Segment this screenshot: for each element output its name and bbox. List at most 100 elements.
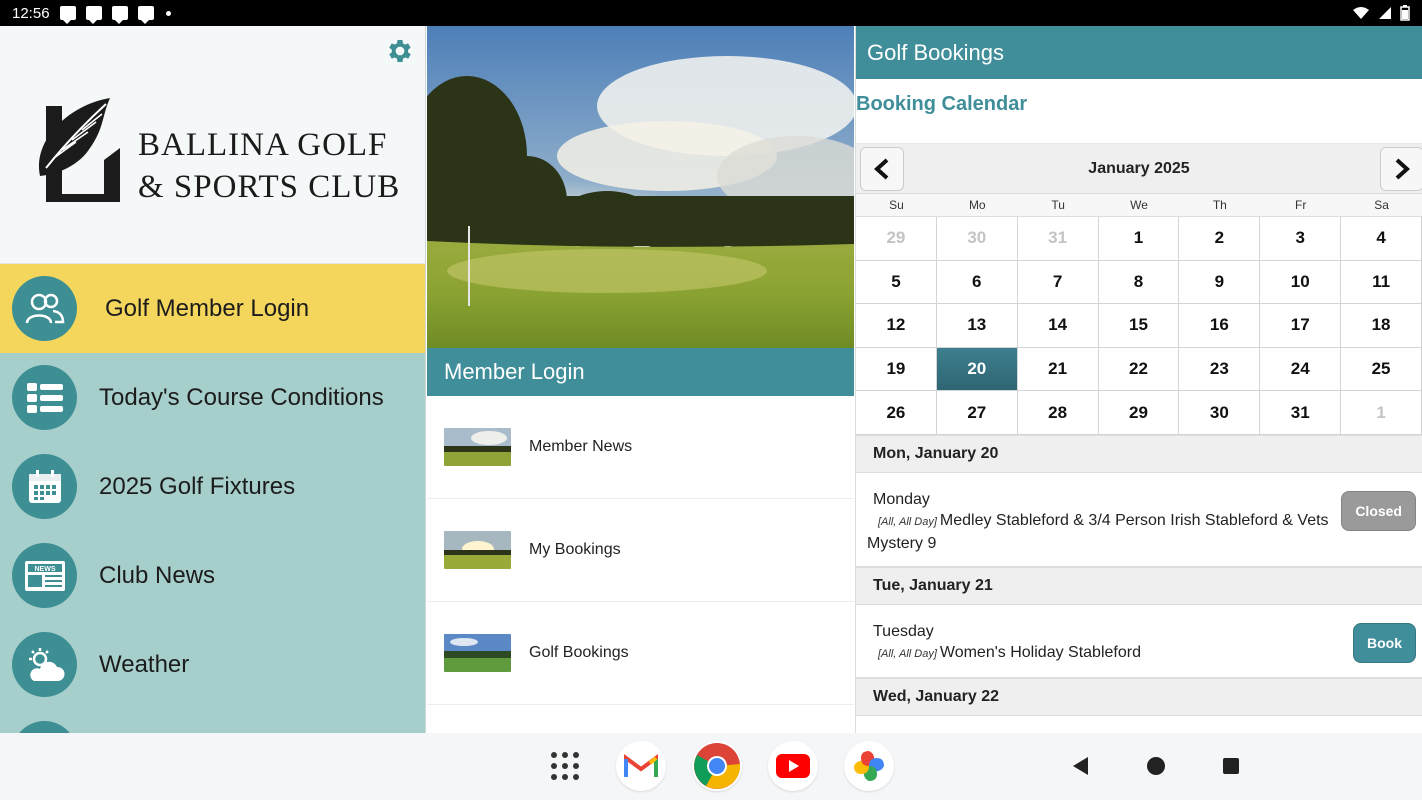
club-header: BALLINA GOLF & SPORTS CLUB [0,26,425,264]
schedule-entry: Monday [All, All Day] Medley Stableford &… [856,473,1422,567]
weekday-label: Th [1212,198,1227,212]
event-tag: [All, All Day] [878,515,937,528]
calendar-day[interactable]: 31 [1260,391,1342,435]
photos-app-button[interactable] [844,741,894,791]
prev-month-button[interactable] [860,147,904,191]
calendar-day[interactable]: 29 [856,217,937,261]
calendar-day[interactable]: 14 [1017,304,1099,348]
chrome-icon [694,743,741,789]
more-notifications-icon [165,10,171,16]
app-grid-icon [551,752,579,780]
message-notification-icon [137,6,154,24]
gmail-app-button[interactable] [616,741,666,791]
system-nav-bar [0,733,1422,800]
menu-item-course-conditions[interactable]: Today's Course Conditions [0,353,425,442]
member-news-label: Member News [529,438,633,455]
calendar-icon [12,454,77,519]
calendar-day[interactable]: 16 [1179,304,1261,348]
calendar-day[interactable]: 30 [1179,391,1261,435]
schedule-list: Mon, January 20 Monday [All, All Day] Med… [856,434,1422,716]
event-tag: [All, All Day] [878,647,937,660]
menu-label: 2025 Golf Fixtures [99,472,296,500]
calendar-day[interactable]: 5 [856,260,937,305]
schedule-date-heading: Wed, January 22 [856,677,1422,716]
calendar-day[interactable]: 9 [1179,260,1261,305]
calendar-day[interactable]: 1 [1341,391,1422,435]
schedule-entry: Tuesday [All, All Day] Women's Holiday St… [856,605,1422,678]
signal-icon [1379,7,1391,19]
calendar-day[interactable]: 7 [1017,260,1099,305]
back-nav-icon[interactable] [1070,755,1090,777]
calendar-day[interactable]: 22 [1098,347,1180,392]
home-nav-icon[interactable] [1145,755,1167,777]
calendar-day[interactable]: 10 [1260,260,1342,305]
club-name-line1: BALLINA GOLF [138,127,388,163]
calendar-day[interactable]: 13 [936,304,1018,348]
golf-bookings-header: Golf Bookings [856,26,1422,79]
calendar-day[interactable]: 4 [1341,217,1422,261]
app-drawer-button[interactable] [540,741,590,791]
recents-nav-icon[interactable] [1222,757,1240,775]
youtube-app-button[interactable] [768,741,818,791]
golf-bookings-panel: Golf Bookings Booking Calendar January 2… [855,26,1422,733]
photos-icon [854,751,884,781]
menu-item-weather[interactable]: Weather [0,620,425,709]
wifi-icon [1353,7,1369,19]
golf-bookings-thumbnail [444,634,511,672]
menu-item-club-news[interactable]: NEWS Club News [0,531,425,620]
course-hero-image [427,26,854,348]
calendar-day[interactable]: 24 [1260,347,1342,392]
menu-item-golf-member-login[interactable]: Golf Member Login [0,264,425,353]
calendar-day[interactable]: 18 [1341,304,1422,348]
calendar-day[interactable]: 12 [856,304,937,348]
book-button[interactable]: Book [1353,622,1416,663]
weekday-label: We [1130,198,1148,212]
member-news-row[interactable]: Member News [427,396,854,499]
my-bookings-label: My Bookings [529,541,621,558]
my-bookings-thumbnail [444,531,511,569]
calendar-day[interactable]: 6 [936,260,1018,305]
calendar-day[interactable]: 23 [1179,347,1261,392]
menu-label: Weather [99,650,190,678]
golf-bookings-row[interactable]: Golf Bookings [427,602,854,705]
menu-item-more[interactable] [0,709,425,733]
club-name-line2: & SPORTS CLUB [138,169,401,205]
calendar-day[interactable]: 27 [936,391,1018,435]
settings-gear-icon[interactable] [385,36,415,66]
club-name: BALLINA GOLF & SPORTS CLUB [138,124,400,208]
list-item[interactable] [427,705,854,733]
my-bookings-row[interactable]: My Bookings [427,499,854,602]
calendar-day[interactable]: 28 [1017,391,1099,435]
schedule-weekday: Monday [873,490,930,508]
more-menu-icon [12,721,77,733]
calendar-day[interactable]: 11 [1341,260,1422,305]
app-dock [540,741,894,791]
next-month-button[interactable] [1380,147,1422,191]
weekday-label: Fr [1295,198,1307,212]
side-menu: BALLINA GOLF & SPORTS CLUB Golf Member L… [0,26,426,733]
calendar-day[interactable]: 8 [1098,260,1180,305]
menu-item-golf-fixtures[interactable]: 2025 Golf Fixtures [0,442,425,531]
calendar-day[interactable]: 31 [1017,217,1099,261]
status-bar: 12:56 [0,0,1422,26]
chrome-app-button[interactable] [692,741,742,791]
calendar-day[interactable]: 2 [1179,217,1261,261]
calendar-day[interactable]: 25 [1341,347,1422,392]
calendar-day[interactable]: 21 [1017,347,1099,392]
calendar-day[interactable]: 3 [1260,217,1342,261]
calendar-day[interactable]: 29 [1098,391,1180,435]
message-notification-icon [59,6,76,24]
calendar-day[interactable]: 15 [1098,304,1180,348]
calendar-day[interactable]: 19 [856,347,937,392]
calendar-day[interactable]: 1 [1098,217,1180,261]
message-notification-icon [111,6,128,24]
member-login-header: Member Login [427,348,854,396]
message-notification-icon [85,6,102,24]
closed-button[interactable]: Closed [1341,490,1416,531]
schedule-date-heading: Mon, January 20 [856,434,1422,473]
calendar-day[interactable]: 17 [1260,304,1342,348]
member-news-thumbnail [444,428,511,466]
calendar-day[interactable]: 30 [936,217,1018,261]
calendar-day[interactable]: 26 [856,391,937,435]
calendar-day-selected[interactable]: 20 [936,347,1018,392]
